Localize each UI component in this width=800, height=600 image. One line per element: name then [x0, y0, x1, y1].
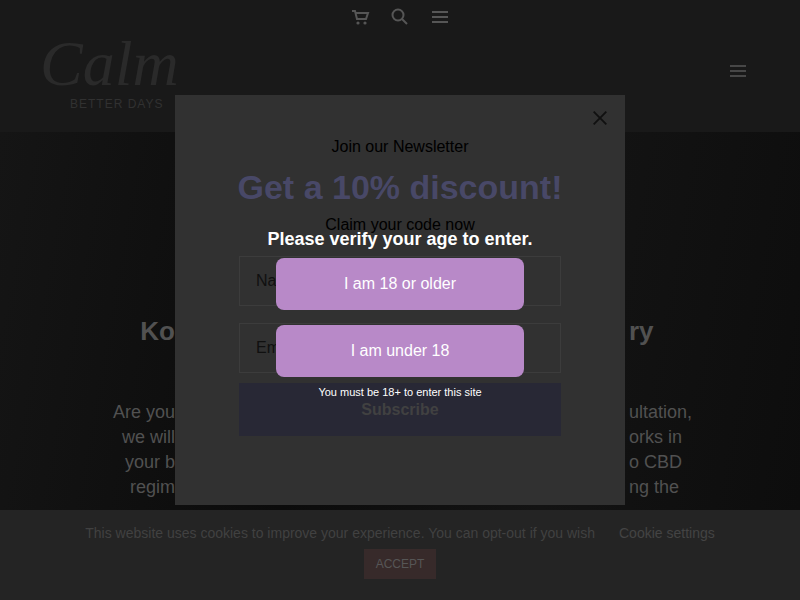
screen: CalmBETTER DAYSKoAre youwe willyour breg… — [0, 0, 800, 600]
age-note: You must be 18+ to enter this site — [318, 386, 481, 398]
age-button[interactable]: I am under 18 — [276, 325, 524, 377]
age-prompt: Please verify your age to enter. — [267, 227, 532, 251]
age-button[interactable]: I am 18 or older — [276, 258, 524, 310]
age-gate-overlay: Please verify your age to enter. I am 18 … — [0, 0, 800, 600]
